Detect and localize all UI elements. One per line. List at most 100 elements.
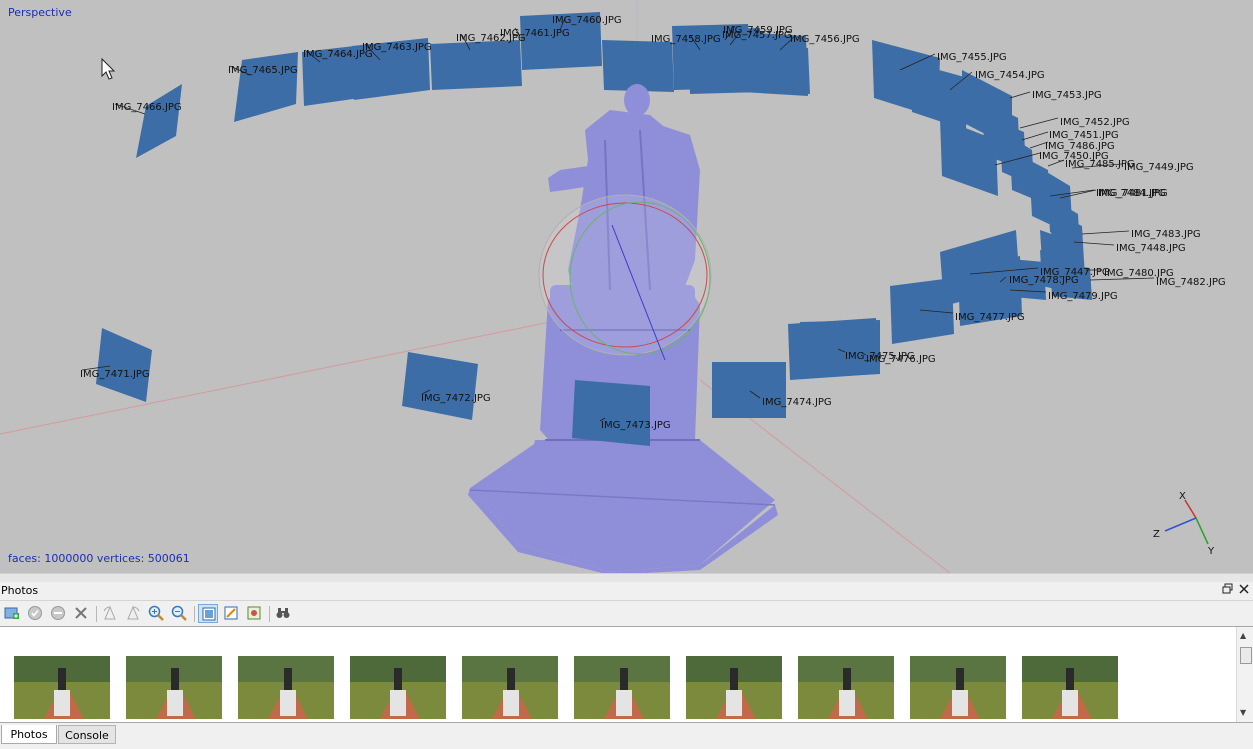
rotate-left-icon[interactable] xyxy=(100,604,120,623)
photo-thumbnail[interactable] xyxy=(462,656,558,719)
photo-thumbnail[interactable] xyxy=(1022,656,1118,719)
scroll-down-icon[interactable]: ▼ xyxy=(1240,708,1246,717)
camera-label: IMG_7453.JPG xyxy=(1032,90,1102,101)
toolbar-separator xyxy=(269,606,270,622)
photo-preview xyxy=(574,656,670,719)
camera-label: IMG_7478.JPG xyxy=(1009,275,1079,286)
photo-preview xyxy=(14,656,110,719)
camera-leader-line xyxy=(1021,131,1049,141)
photos-toolbar xyxy=(0,601,1253,627)
camera-leader-line xyxy=(1081,230,1130,235)
scroll-up-icon[interactable]: ▲ xyxy=(1240,631,1246,640)
camera-label: IMG_7481.JPG xyxy=(1098,188,1168,199)
axis-z-label: Z xyxy=(1153,529,1160,540)
camera-label: IMG_7474.JPG xyxy=(762,397,832,408)
close-icon[interactable] xyxy=(1237,583,1251,597)
toolbar-separator xyxy=(194,606,195,622)
camera-frustum[interactable] xyxy=(430,40,522,90)
photo-thumbnail[interactable] xyxy=(798,656,894,719)
view-mode-label: Perspective xyxy=(8,6,72,19)
camera-leader-line xyxy=(1019,117,1059,129)
camera-leader-line xyxy=(1009,91,1031,99)
camera-frustum[interactable] xyxy=(890,278,954,344)
disable-icon[interactable] xyxy=(48,604,68,623)
photo-thumbnail[interactable] xyxy=(238,656,334,719)
camera-label: IMG_7448.JPG xyxy=(1116,243,1186,254)
camera-label: IMG_7466.JPG xyxy=(112,102,182,113)
photo-preview xyxy=(126,656,222,719)
toolbar-separator xyxy=(96,606,97,622)
camera-label: IMG_7457.JPG xyxy=(722,30,792,41)
camera-label: IMG_7460.JPG xyxy=(552,15,622,26)
photos-panel-title: Photos xyxy=(1,584,39,597)
camera-label: IMG_7471.JPG xyxy=(80,369,150,380)
photo-preview xyxy=(798,656,894,719)
scene-svg[interactable]: IMG_7460.JPGIMG_7459.JPGIMG_7457.JPGIMG_… xyxy=(0,0,1253,573)
photo-preview xyxy=(350,656,446,719)
photo-thumbnail[interactable] xyxy=(910,656,1006,719)
photo-thumbnail[interactable] xyxy=(126,656,222,719)
camera-frustum[interactable] xyxy=(800,320,880,378)
enable-icon[interactable] xyxy=(25,604,45,623)
axis-y-label: Y xyxy=(1207,546,1215,557)
photo-preview xyxy=(238,656,334,719)
details-icon[interactable] xyxy=(244,604,264,623)
camera-frustum[interactable] xyxy=(910,62,968,130)
photos-panel-titlebar: Photos xyxy=(0,582,1253,601)
axis-x-label: X xyxy=(1179,491,1186,502)
mesh-figure-head xyxy=(624,84,650,116)
photo-thumbnail[interactable] xyxy=(574,656,670,719)
camera-label: IMG_7464.JPG xyxy=(303,49,373,60)
camera-frustum[interactable] xyxy=(572,380,650,446)
tab-console[interactable]: Console xyxy=(58,725,116,744)
scrollbar-thumb[interactable] xyxy=(1240,647,1252,664)
camera-frustum[interactable] xyxy=(748,40,810,94)
photo-thumbnail-strip[interactable] xyxy=(0,627,1236,722)
camera-label: IMG_7477.JPG xyxy=(955,312,1025,323)
medium-icons-icon[interactable] xyxy=(221,604,241,623)
restore-icon[interactable] xyxy=(1221,583,1235,597)
camera-label: IMG_7473.JPG xyxy=(601,420,671,431)
camera-label: IMG_7449.JPG xyxy=(1124,162,1194,173)
gizmo-sphere xyxy=(538,194,712,356)
photo-preview xyxy=(462,656,558,719)
camera-label: IMG_7472.JPG xyxy=(421,393,491,404)
camera-frustum[interactable] xyxy=(234,52,298,122)
remove-icon[interactable] xyxy=(71,604,91,623)
photo-thumbnail[interactable] xyxy=(350,656,446,719)
camera-label: IMG_7452.JPG xyxy=(1060,117,1130,128)
camera-label: IMG_7454.JPG xyxy=(975,70,1045,81)
rotate-right-icon[interactable] xyxy=(123,604,143,623)
mouse-cursor-icon xyxy=(101,57,116,80)
tab-photos[interactable]: Photos xyxy=(1,725,57,744)
camera-frustum[interactable] xyxy=(712,362,786,418)
camera-label: IMG_7455.JPG xyxy=(937,52,1007,63)
large-icons-icon[interactable] xyxy=(198,604,218,623)
camera-frustum[interactable] xyxy=(402,352,478,420)
add-photos-icon[interactable] xyxy=(2,604,22,623)
axis-y-line xyxy=(1195,517,1209,545)
camera-label: IMG_7483.JPG xyxy=(1131,229,1201,240)
bottom-tab-bar: Photos Console xyxy=(0,722,1253,749)
zoom-in-icon[interactable] xyxy=(146,604,166,623)
axis-x-line xyxy=(1184,499,1197,519)
axis-z-line xyxy=(1164,517,1197,532)
thumbnail-scrollbar[interactable]: ▲ ▼ xyxy=(1236,627,1253,722)
camera-label: IMG_7465.JPG xyxy=(228,65,298,76)
camera-frustum[interactable] xyxy=(96,328,152,402)
model-viewport[interactable]: IMG_7460.JPG IMG_7459.JPG IMG_7457.JPG IMG_… xyxy=(0,0,1253,573)
camera-label: IMG_7479.JPG xyxy=(1048,291,1118,302)
photo-preview xyxy=(910,656,1006,719)
camera-label: IMG_7456.JPG xyxy=(790,34,860,45)
binoculars-icon[interactable] xyxy=(273,604,293,623)
zoom-out-icon[interactable] xyxy=(169,604,189,623)
photo-thumbnail[interactable] xyxy=(14,656,110,719)
photo-preview xyxy=(1022,656,1118,719)
camera-label: IMG_7451.JPG xyxy=(1049,130,1119,141)
camera-label: IMG_7458.JPG xyxy=(651,34,721,45)
mesh-stats: faces: 1000000 vertices: 500061 xyxy=(8,552,190,565)
photo-thumbnail[interactable] xyxy=(686,656,782,719)
camera-label: IMG_7476.JPG xyxy=(866,354,936,365)
camera-frustum[interactable] xyxy=(136,84,182,158)
camera-label: IMG_7462.JPG xyxy=(456,33,526,44)
